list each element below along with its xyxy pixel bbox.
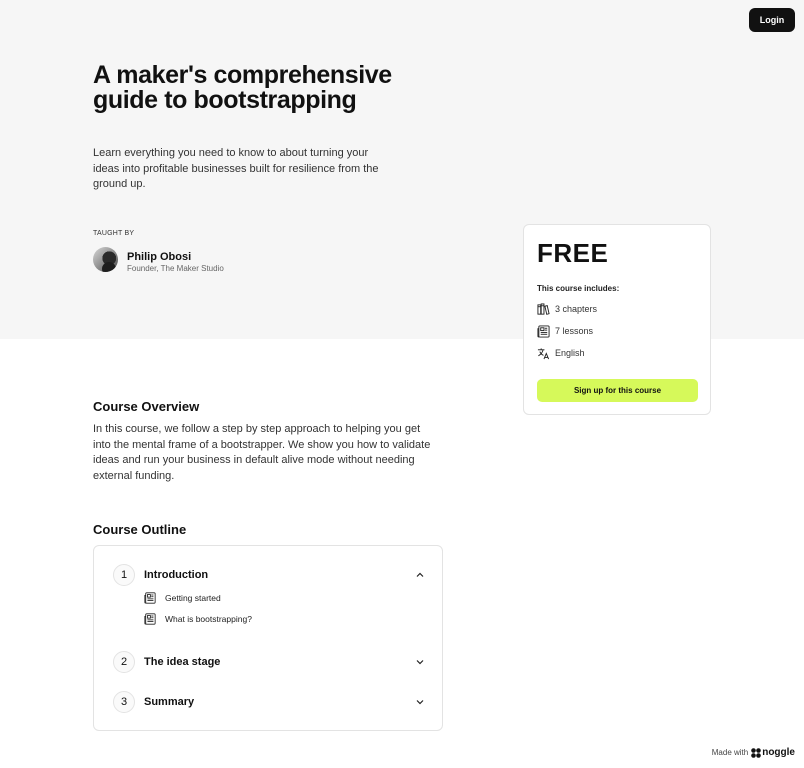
course-outline: 1 Introduction Getting started What is b… <box>93 545 443 731</box>
price: FREE <box>537 238 609 268</box>
include-item-label: 3 chapters <box>555 304 598 314</box>
newspaper-icon <box>144 613 156 625</box>
signup-button[interactable]: Sign up for this course <box>537 379 698 402</box>
chevron-down-icon[interactable] <box>415 657 425 667</box>
chevron-up-icon[interactable] <box>415 570 425 580</box>
include-item-language: English <box>537 346 585 360</box>
lesson-item[interactable]: What is bootstrapping? <box>144 612 252 626</box>
pricing-card: FREE This course includes: 3 chapters 7 … <box>523 224 711 415</box>
lesson-title: What is bootstrapping? <box>165 614 252 624</box>
module-title: Summary <box>144 696 195 708</box>
noggle-logo-icon <box>751 747 762 758</box>
include-item-lessons: 7 lessons <box>537 324 593 338</box>
module-number: 2 <box>113 651 135 673</box>
module-title: Introduction <box>144 569 209 581</box>
instructor-avatar <box>93 247 118 272</box>
instructor-role: Founder, The Maker Studio <box>127 264 224 273</box>
includes-title: This course includes: <box>537 284 620 293</box>
module-number: 1 <box>113 564 135 586</box>
taught-by-label: TAUGHT BY <box>93 230 135 237</box>
module-number: 3 <box>113 691 135 713</box>
overview-text: In this course, we follow a step by step… <box>93 423 431 483</box>
login-button[interactable]: Login <box>749 8 795 32</box>
translate-icon <box>537 347 550 359</box>
newspaper-icon <box>537 324 550 338</box>
course-title: A maker's comprehensive guide to bootstr… <box>93 61 392 114</box>
lesson-title: Getting started <box>165 593 221 603</box>
include-item-chapters: 3 chapters <box>537 302 597 316</box>
include-item-label: English <box>555 348 585 358</box>
module-summary[interactable]: 3 Summary <box>113 691 425 713</box>
outline-title: Course Outline <box>93 522 187 537</box>
module-introduction[interactable]: 1 Introduction <box>113 564 425 586</box>
module-title: The idea stage <box>144 656 221 668</box>
overview-title: Course Overview <box>93 399 200 414</box>
chevron-down-icon[interactable] <box>415 697 425 707</box>
brand-name: noggle <box>762 747 795 758</box>
lesson-item[interactable]: Getting started <box>144 591 221 605</box>
course-subtitle: Learn everything you need to know to abo… <box>93 147 379 190</box>
made-with-badge[interactable]: Made with noggle <box>712 747 795 758</box>
books-icon <box>537 302 550 315</box>
module-idea-stage[interactable]: 2 The idea stage <box>113 651 425 673</box>
newspaper-icon <box>144 592 156 604</box>
made-with-text: Made with <box>711 748 749 757</box>
instructor-name: Philip Obosi <box>127 251 192 263</box>
include-item-label: 7 lessons <box>555 326 594 336</box>
